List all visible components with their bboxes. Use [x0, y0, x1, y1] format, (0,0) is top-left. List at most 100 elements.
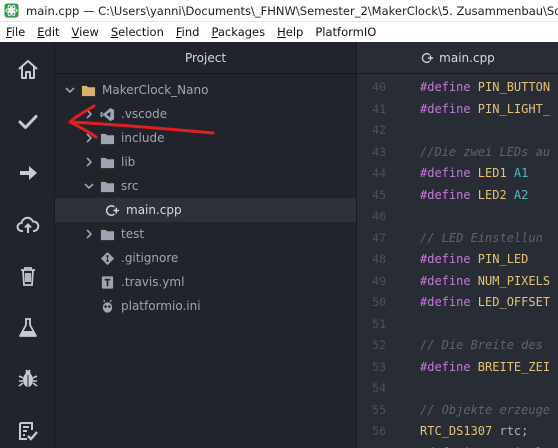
line-number: 49	[372, 273, 386, 288]
clean-button[interactable]	[0, 254, 55, 298]
line-number: 51	[372, 316, 386, 331]
editor-tab-main-cpp[interactable]: main.cpp	[357, 42, 558, 74]
tree-item-label: lib	[121, 155, 136, 169]
platformio-alien-icon	[102, 299, 113, 313]
tree-item-src[interactable]: src	[55, 174, 356, 198]
code-token: #define	[420, 295, 478, 309]
home-icon	[17, 60, 38, 79]
menu-file[interactable]: File	[6, 25, 25, 39]
code-line: 51	[357, 314, 558, 335]
code-token: #define	[420, 101, 478, 116]
home-button[interactable]	[0, 48, 55, 92]
tree-item-makerclock-nano[interactable]: MakerClock_Nano	[55, 78, 356, 102]
code-token: LED1	[477, 166, 514, 180]
tree-item-main-cpp[interactable]: main.cpp	[55, 198, 356, 222]
tree-item-travis-yml[interactable]: .travis.yml	[55, 270, 356, 294]
panel-title: Project	[55, 42, 356, 74]
code-token: RTC_DS1307	[420, 424, 500, 438]
chevron-spacer	[82, 251, 96, 265]
build-check-icon	[18, 115, 37, 129]
debug-button[interactable]	[0, 357, 55, 401]
project-tree-panel: Project MakerClock_Nano .vscode include lib…	[55, 42, 356, 448]
line-number: 52	[372, 338, 386, 352]
tree-item-label: .travis.yml	[121, 275, 185, 289]
upload-button[interactable]	[0, 151, 55, 195]
code-line: 44 #define LED1 A1	[357, 163, 558, 184]
code-line: 53 #define BREITE_ZEI	[357, 357, 558, 378]
tree-item-platformio-ini[interactable]: platformio.ini	[55, 294, 356, 318]
folder-icon	[100, 181, 115, 192]
build-button[interactable]	[0, 100, 55, 144]
tree-item-vscode[interactable]: .vscode	[55, 102, 356, 126]
tree-item-label: main.cpp	[126, 203, 182, 217]
line-number: 44	[372, 166, 386, 180]
git-icon	[100, 251, 115, 265]
menu-edit[interactable]: Edit	[37, 25, 59, 39]
code-token: // LED Einstellun	[420, 230, 543, 245]
menu-help[interactable]: Help	[277, 25, 303, 39]
menu-selection[interactable]: Selection	[111, 25, 164, 39]
cpp-file-icon	[421, 52, 434, 63]
chevron-right-icon[interactable]	[82, 227, 96, 241]
cloud-upload-icon	[16, 216, 39, 233]
code-token: BREITE_ZEI	[477, 359, 551, 374]
line-number: 55	[372, 402, 386, 417]
line-number: 48	[372, 252, 386, 266]
line-number: 54	[372, 381, 386, 395]
code-line: 43 //Die zwei LEDs au	[357, 142, 558, 163]
line-number: 43	[372, 144, 386, 159]
atom-app-icon	[4, 3, 19, 18]
line-number: 42	[372, 123, 386, 137]
travis-icon	[101, 275, 114, 289]
tree-item-include[interactable]: include	[55, 126, 356, 150]
project-folder-icon	[81, 85, 96, 96]
tree-item-label: .vscode	[121, 107, 168, 121]
menu-platformio[interactable]: PlatformIO	[315, 25, 376, 39]
code-line: 45 #define LED2 A2	[357, 185, 558, 206]
code-token: NUM_PIXELS	[477, 273, 551, 288]
tasks-button[interactable]	[0, 409, 55, 448]
trash-icon	[20, 267, 35, 286]
menu-bar: File Edit View Selection Find Packages Help Pla…	[0, 22, 558, 42]
line-number: 45	[372, 187, 386, 202]
remote-upload-button[interactable]	[0, 203, 55, 247]
chevron-down-icon[interactable]	[63, 83, 77, 97]
tree-item-lib[interactable]: lib	[55, 150, 356, 174]
code-token: #define	[420, 166, 478, 180]
chevron-right-icon[interactable]	[82, 131, 96, 145]
menu-packages[interactable]: Packages	[211, 25, 265, 39]
code-line: 54	[357, 378, 558, 399]
menu-find[interactable]: Find	[176, 25, 200, 39]
code-token: PIN_BUTTON	[477, 80, 551, 94]
folder-icon	[100, 229, 115, 240]
tree-item-gitignore[interactable]: .gitignore	[55, 246, 356, 270]
test-flask-icon	[18, 318, 37, 337]
code-line: 52 // Die Breite des	[357, 335, 558, 356]
code-token: #define	[420, 80, 478, 94]
chevron-down-icon[interactable]	[82, 179, 96, 193]
menu-view[interactable]: View	[72, 25, 99, 39]
code-line: 57Adafruit_NeoPixel	[357, 443, 558, 448]
upload-arrow-icon	[19, 166, 37, 180]
chevron-right-icon[interactable]	[82, 155, 96, 169]
code-token: #define	[420, 252, 478, 266]
code-line: 48 #define PIN_LED	[357, 249, 558, 270]
chevron-spacer	[82, 275, 96, 289]
code-token: LED_OFFSET	[477, 295, 551, 309]
folder-icon	[100, 133, 115, 144]
line-number: 56	[372, 424, 386, 438]
task-checklist-icon	[18, 422, 38, 441]
code-line: 40 #define PIN_BUTTON	[357, 77, 558, 98]
tree-item-test[interactable]: test	[55, 222, 356, 246]
code-line: 49 #define NUM_PIXELS	[357, 271, 558, 292]
chevron-right-icon[interactable]	[82, 107, 96, 121]
test-button[interactable]	[0, 306, 55, 350]
code-token: LED2	[477, 187, 514, 202]
line-number: 53	[372, 359, 386, 374]
tree-item-label: src	[121, 179, 139, 193]
code-token: // Objekte erzeuge	[420, 402, 551, 417]
line-number: 50	[372, 295, 386, 309]
line-number: 57	[357, 443, 386, 448]
tree-item-label: MakerClock_Nano	[102, 83, 209, 97]
line-number: 40	[372, 80, 386, 94]
